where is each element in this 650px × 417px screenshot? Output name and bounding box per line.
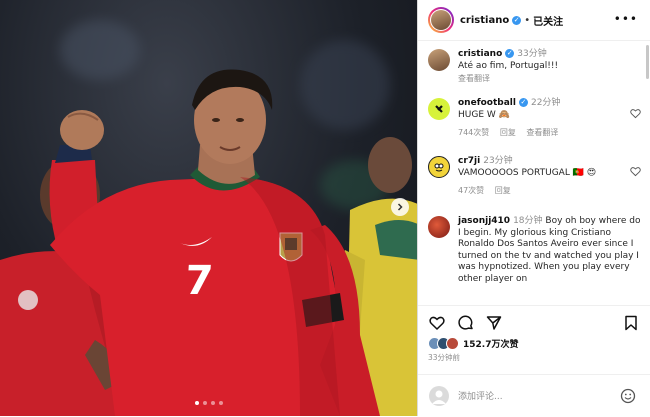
main-player xyxy=(49,69,380,416)
avatar[interactable] xyxy=(428,49,450,71)
comment-time: 22分钟 xyxy=(530,98,561,108)
avatar[interactable] xyxy=(428,216,450,238)
comment-time: 18分钟 xyxy=(513,216,543,226)
header-username[interactable]: cristiano xyxy=(460,15,509,26)
comment-text: VAMOOOOOS PORTUGAL 🇵🇹 😍 xyxy=(458,167,597,178)
heart-icon[interactable] xyxy=(630,108,641,119)
comment-item: onefootball ✓ 22分钟 HUGE W 🙈 744次赞 回复 查看翻译 xyxy=(428,98,643,139)
add-comment-bar xyxy=(418,374,650,417)
carousel-dot xyxy=(194,401,199,405)
emoji-icon[interactable] xyxy=(620,388,636,404)
story-ring[interactable] xyxy=(428,7,454,33)
comments-scrollbar[interactable] xyxy=(646,45,649,79)
comment-like-count[interactable]: 47次赞 xyxy=(458,186,484,195)
avatar[interactable] xyxy=(428,156,450,178)
bookmark-icon[interactable] xyxy=(623,315,639,331)
comment-username[interactable]: onefootball xyxy=(458,98,516,108)
avatar xyxy=(446,337,459,350)
next-image-button[interactable] xyxy=(391,198,409,216)
avatar[interactable] xyxy=(428,98,450,120)
user-icon xyxy=(432,390,446,404)
like-count[interactable]: 152.7万次赞 xyxy=(463,337,518,350)
cartoon-face-icon xyxy=(434,163,444,172)
comment-username[interactable]: cristiano xyxy=(458,49,502,59)
see-translation-link[interactable]: 查看翻译 xyxy=(458,74,490,83)
avatar xyxy=(429,386,449,406)
reply-button[interactable]: 回复 xyxy=(500,128,516,137)
comment-icon[interactable] xyxy=(458,315,474,331)
post-photo[interactable]: 7 xyxy=(0,0,417,416)
avatar xyxy=(431,10,451,30)
follow-status-button[interactable]: 已关注 xyxy=(533,13,563,28)
comment-item: cr7ji 23分钟 VAMOOOOOS PORTUGAL 🇵🇹 😍 47次赞 回… xyxy=(428,156,643,197)
instagram-post-view: 7 cristiano ✓ • 已关注 ••• cristiano ✓ 33分钟… xyxy=(0,0,650,416)
verified-badge-icon: ✓ xyxy=(512,15,522,25)
post-header: cristiano ✓ • 已关注 ••• xyxy=(418,0,650,41)
onefootball-logo-icon xyxy=(435,105,443,113)
post-actions xyxy=(418,305,650,338)
reply-button[interactable]: 回复 xyxy=(495,186,511,195)
more-options-icon[interactable]: ••• xyxy=(614,12,638,26)
comment-text: Até ao fim, Portugal!!! xyxy=(458,60,559,71)
verified-badge-icon: ✓ xyxy=(518,98,528,107)
header-separator: • xyxy=(524,14,531,26)
comment-item: jasonjj410 18分钟 Boy oh boy where do I beg… xyxy=(428,216,643,285)
verified-badge-icon: ✓ xyxy=(505,49,515,58)
carousel-indicator xyxy=(0,401,417,405)
chevron-right-icon xyxy=(397,203,403,211)
comment-time: 23分钟 xyxy=(483,156,513,166)
comment-username[interactable]: cr7ji xyxy=(458,156,480,166)
comment-username[interactable]: jasonjj410 xyxy=(458,216,510,226)
post-sidebar: cristiano ✓ • 已关注 ••• cristiano ✓ 33分钟 Até… xyxy=(417,0,650,416)
share-icon[interactable] xyxy=(486,315,502,331)
heart-icon[interactable] xyxy=(630,166,641,177)
likes-summary[interactable]: 152.7万次赞 xyxy=(428,337,518,350)
comments-list[interactable]: cristiano ✓ 33分钟 Até ao fim, Portugal!!! 查… xyxy=(418,41,650,304)
see-translation-link[interactable]: 查看翻译 xyxy=(526,128,558,137)
heart-icon[interactable] xyxy=(429,315,445,331)
comment-text: Boy oh boy where do I begin. My glorious… xyxy=(458,216,641,284)
comment-item: cristiano ✓ 33分钟 Até ao fim, Portugal!!! 查… xyxy=(428,49,643,85)
comment-text: HUGE W 🙈 xyxy=(458,109,510,120)
comment-input[interactable] xyxy=(456,388,620,406)
post-time: 33分钟前 xyxy=(428,353,461,362)
carousel-dot xyxy=(202,401,207,405)
carousel-dot xyxy=(218,401,223,405)
jersey-number: 7 xyxy=(183,258,215,304)
carousel-dot xyxy=(210,401,215,405)
comment-time: 33分钟 xyxy=(517,49,547,59)
comment-like-count[interactable]: 744次赞 xyxy=(458,128,489,137)
